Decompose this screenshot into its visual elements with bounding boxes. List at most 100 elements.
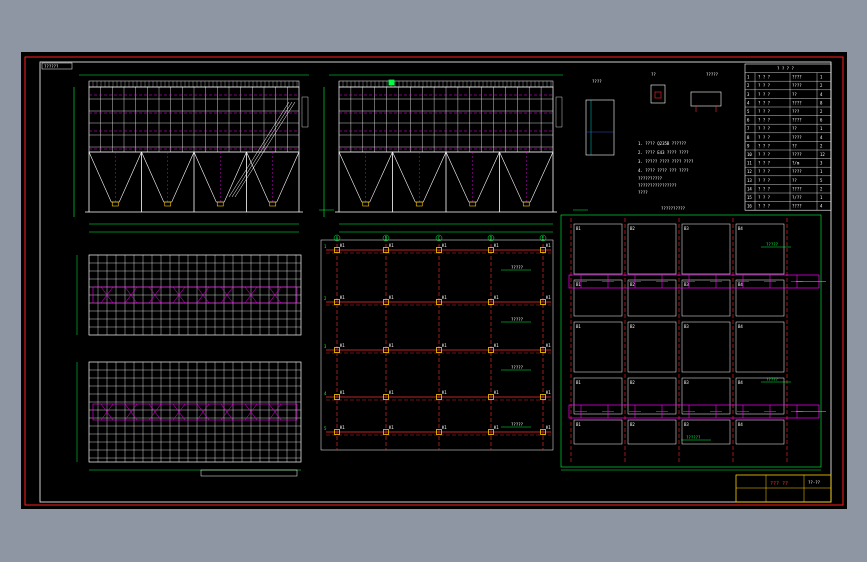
foundation-panel-tag: B4: [738, 324, 743, 329]
note-line: 4. ???? ???? ??? ????: [638, 168, 689, 173]
note-line: 3. ????? ???? ???? ????: [638, 159, 694, 164]
column-tag: K1: [442, 390, 447, 395]
column-tag: K1: [389, 295, 394, 300]
stair-stringer: [234, 101, 296, 198]
material-row-spec: ??: [792, 143, 797, 148]
hopper-outlet: [415, 201, 423, 207]
column-tag: K1: [546, 295, 551, 300]
bracing-band: [92, 403, 298, 421]
material-row-spec: ????: [792, 135, 802, 140]
material-row-index: 3: [747, 92, 750, 97]
axis-label: 4: [324, 391, 327, 396]
foundation-panel-tag: B3: [684, 380, 689, 385]
material-row-spec: ?/??: [792, 195, 802, 200]
column-tag: K1: [340, 295, 345, 300]
foundation-panel: [681, 223, 731, 275]
foundation-panel-tag: B3: [684, 282, 689, 287]
material-row-index: 1: [747, 75, 750, 80]
truss-grid-outline: [88, 361, 302, 463]
side-ladder: [555, 96, 563, 128]
section-b-label: ??: [651, 72, 656, 77]
material-row-qty: 4: [820, 92, 823, 97]
stair-stringer: [231, 101, 293, 198]
material-row-name: ? ? ?: [758, 143, 771, 148]
material-row-index: 10: [747, 152, 752, 157]
column-tag: K1: [494, 390, 499, 395]
foundation-panel: [573, 223, 623, 275]
foundation-panel-tag: B1: [576, 282, 581, 287]
material-row-spec: ????: [792, 152, 802, 157]
column-tag: K1: [442, 425, 447, 430]
plan-caption-box: [200, 469, 298, 477]
inner-frame: [39, 61, 832, 503]
material-row-name: ? ? ?: [758, 186, 771, 191]
hopper-outlet: [111, 201, 119, 207]
foundation-panel-tag: B4: [738, 380, 743, 385]
foundation-panel-tag: B3: [684, 226, 689, 231]
foundation-panel-tag: B1: [576, 324, 581, 329]
foundation-panel-tag: B2: [630, 422, 635, 427]
material-row-spec: ?/m: [792, 161, 800, 166]
column-tag: K1: [546, 390, 551, 395]
column-callout: ?????: [511, 265, 524, 270]
truss-plan-view: [76, 254, 302, 477]
foundation-panel-tag: B4: [738, 282, 743, 287]
column-tag: K1: [494, 295, 499, 300]
foundation-panel-tag: B2: [630, 282, 635, 287]
column-callout: ?????: [511, 365, 524, 370]
material-row-spec: ????: [792, 118, 802, 123]
material-row-index: 12: [747, 169, 752, 174]
material-row-name: ? ? ?: [758, 195, 771, 200]
hopper-outlet: [522, 201, 530, 207]
material-row-name: ? ? ?: [758, 109, 771, 114]
foundation-panel: [627, 223, 677, 275]
material-row-qty: 2: [820, 109, 823, 114]
section-c-outline: [690, 91, 722, 107]
foundation-callout: ?????: [766, 242, 779, 247]
material-row-index: 4: [747, 100, 750, 105]
title-block: ??? ?? ??-??: [735, 474, 832, 503]
column-tag: K1: [340, 343, 345, 348]
column-tag: K1: [546, 243, 551, 248]
material-row-name: ? ? ?: [758, 100, 771, 105]
material-row-qty: 4: [820, 204, 823, 209]
column-tag: K1: [389, 425, 394, 430]
material-row-spec: ????: [792, 169, 802, 174]
column-tag: K1: [546, 343, 551, 348]
material-row-qty: 4: [820, 135, 823, 140]
column-tag: K1: [389, 390, 394, 395]
material-row-name: ? ? ?: [758, 169, 771, 174]
material-row-index: 14: [747, 186, 752, 191]
foundation-plan: ?????????? B1 B2 B3 B4 B1 B2 B3 B4 B1 B2 B3 B4 B1 B2 B…: [560, 206, 826, 471]
note-line: 1. ???? Q235B ??????: [638, 141, 687, 146]
foundation-panel: [627, 419, 677, 445]
material-row-spec: ???: [792, 109, 800, 114]
cad-drawing-canvas[interactable]: ?????? ???? ?? ????? 1. ???? Q235B ?????…: [21, 52, 847, 509]
dust-collector-elevation-left: [73, 74, 334, 233]
column-tag: K1: [389, 343, 394, 348]
design-notes: 1. ???? Q235B ?????? 2. ???? E43 ???? ??…: [638, 141, 694, 195]
material-row-spec: ????: [792, 186, 802, 191]
material-row-qty: 3: [820, 161, 823, 166]
drawing-sheet: ?????? ???? ?? ????? 1. ???? Q235B ?????…: [21, 52, 847, 509]
material-row-index: 6: [747, 118, 750, 123]
foundation-outline: [560, 214, 822, 468]
material-row-spec: ??: [792, 92, 797, 97]
material-row-qty: 8: [820, 100, 823, 105]
material-row-name: ? ? ?: [758, 118, 771, 123]
material-row-name: ? ? ?: [758, 178, 771, 183]
material-row-name: ? ? ?: [758, 204, 771, 209]
foundation-plan-title: ??????????: [661, 206, 686, 211]
section-b-core: [654, 91, 662, 99]
foundation-callout: ?????: [766, 377, 779, 382]
material-row-name: ? ? ?: [758, 126, 771, 131]
column-tag: K1: [340, 390, 345, 395]
hopper-outlet: [164, 201, 172, 207]
material-row-qty: 2: [820, 83, 823, 88]
foundation-panel: [681, 321, 731, 373]
material-row-spec: ????: [792, 100, 802, 105]
foundation-panel-tag: B1: [576, 380, 581, 385]
foundation-panel-tag: B2: [630, 380, 635, 385]
hopper-outlet: [216, 201, 224, 207]
column-plan-border: [320, 239, 554, 451]
